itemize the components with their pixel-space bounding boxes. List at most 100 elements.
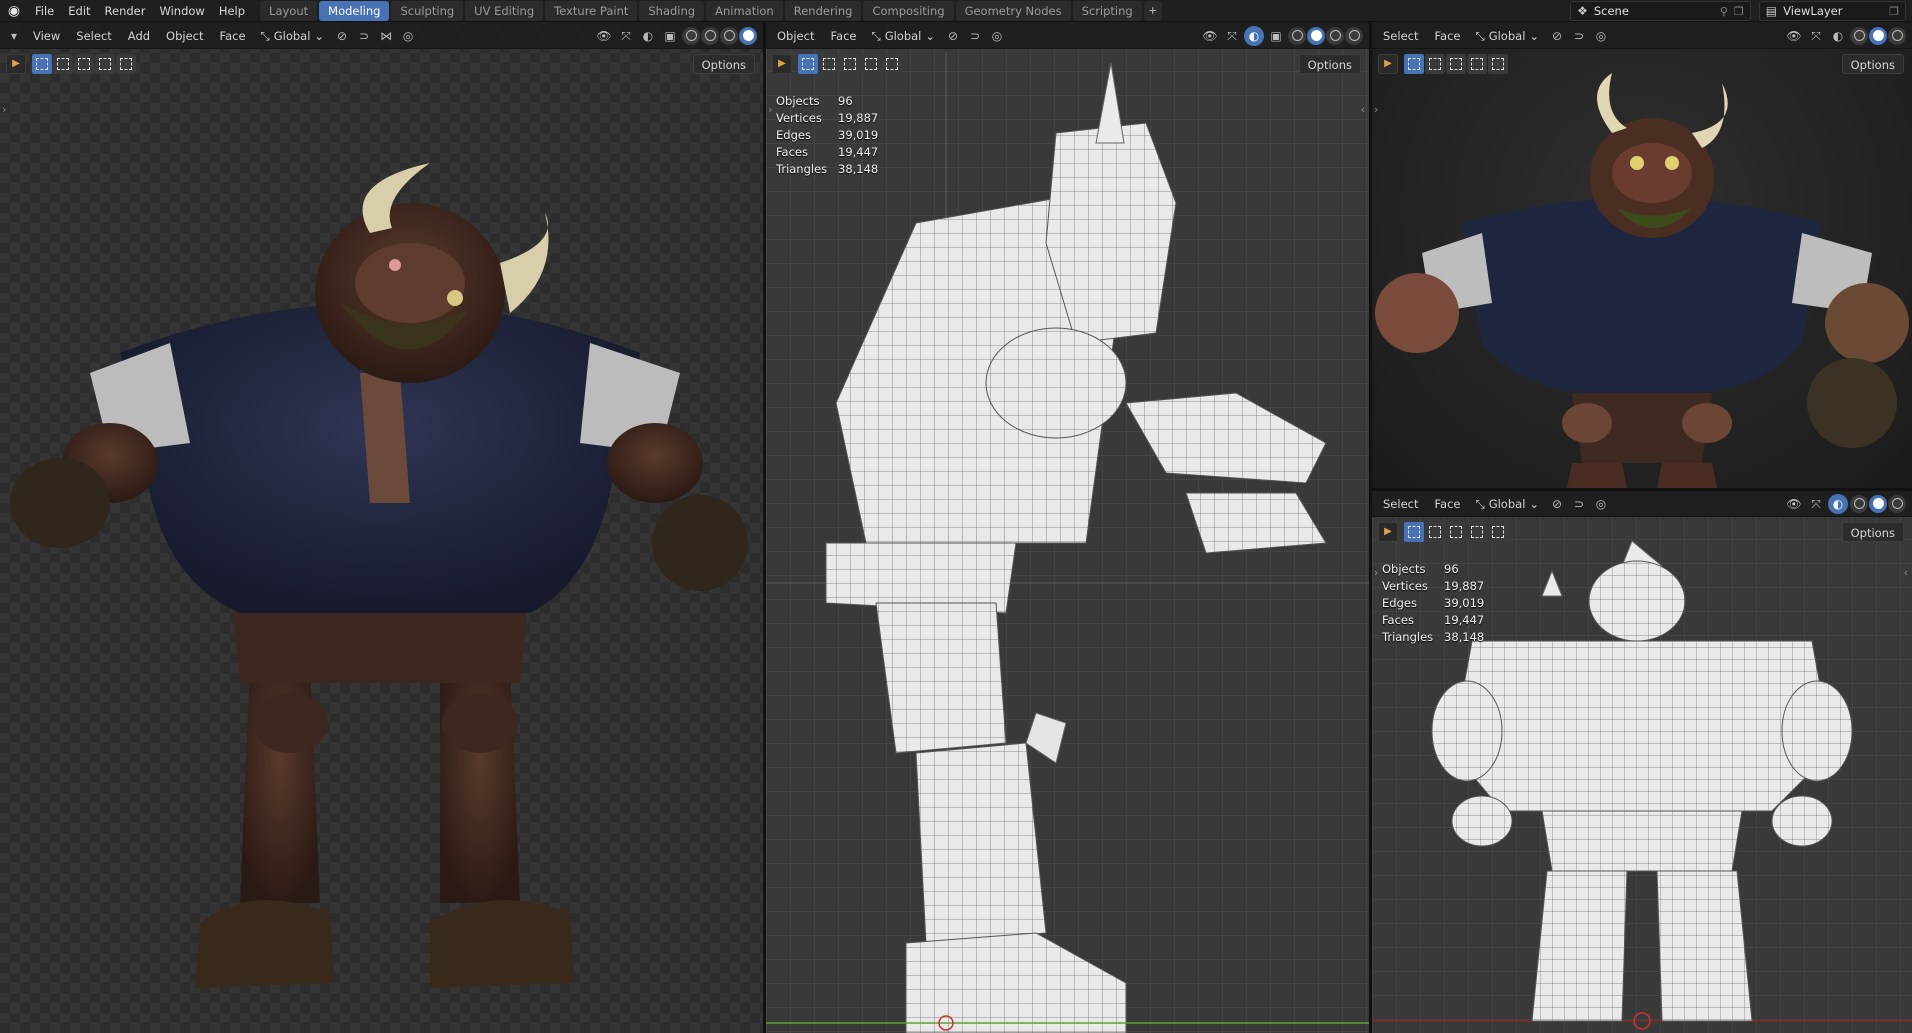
blender-logo-icon[interactable]: ◉ [0,0,28,22]
options-button[interactable]: Options [692,54,755,74]
menu-edit[interactable]: Edit [61,0,97,22]
tab-rendering[interactable]: Rendering [784,0,862,21]
menu-file[interactable]: File [28,0,61,22]
proportional-icon[interactable]: ◎ [398,26,418,46]
menu-render[interactable]: Render [98,0,153,22]
toolbar-expand-icon[interactable]: › [2,103,6,116]
select-mode-new-icon[interactable] [1404,54,1424,74]
overlay-icon[interactable]: ◐ [1244,25,1264,46]
visibility-icon[interactable]: 👁 [1200,26,1220,46]
tab-texture-paint[interactable]: Texture Paint [545,0,638,21]
orientation-dropdown[interactable]: ⤡ Global ⌄ [865,26,941,46]
options-button[interactable]: Options [1841,522,1904,542]
wireframe-shading-icon[interactable] [682,26,700,45]
view-layer-selector[interactable]: ▤ ViewLayer ❐ [1758,1,1906,21]
orientation-dropdown[interactable]: ⤡ Global ⌄ [1470,26,1546,46]
visibility-icon[interactable]: 👁 [1784,26,1804,46]
snap-icon[interactable]: ⊃ [965,26,985,46]
gizmo-icon[interactable]: ⤧ [1222,26,1242,46]
menu-face[interactable]: Face [1427,26,1467,46]
scene-selector[interactable]: ❖ Scene ⚲ ❐ [1570,1,1751,21]
menu-object[interactable]: Object [770,26,821,46]
visibility-icon[interactable]: 👁 [1784,494,1804,514]
select-mode-intersect-icon[interactable] [116,54,136,74]
material-shading-icon[interactable] [1888,26,1906,45]
pin-icon[interactable]: ⚲ [1720,5,1728,18]
menu-select[interactable]: Select [1376,494,1425,514]
pivot-icon[interactable]: ⊘ [1547,26,1567,46]
view-layer-name[interactable]: ViewLayer [1783,4,1883,18]
tab-uv-editing[interactable]: UV Editing [465,0,544,21]
wireframe-shading-icon[interactable] [1288,26,1306,45]
viewport-middle[interactable]: Object Face ⤡ Global ⌄ ⊘ ⊃ ◎ 👁 ⤧ ◐ ▣ ▶ Opt… [766,23,1369,1033]
snap-icon[interactable]: ⊃ [1569,494,1589,514]
snap-icon[interactable]: ⊃ [1569,26,1589,46]
viewport-right-bottom[interactable]: Select Face ⤡ Global ⌄ ⊘ ⊃ ◎ 👁 ⤧ ◐ ▶ Optio… [1372,491,1912,1033]
options-button[interactable]: Options [1841,54,1904,74]
sidebar-expand-icon[interactable]: ‹ [1361,103,1365,116]
proportional-icon[interactable]: ◎ [1591,26,1611,46]
menu-help[interactable]: Help [212,0,252,22]
tab-compositing[interactable]: Compositing [863,0,954,21]
editor-type-icon[interactable]: ▾ [4,26,24,46]
tab-animation[interactable]: Animation [706,0,783,21]
select-mode-new-icon[interactable] [1404,522,1424,542]
sidebar-expand-icon[interactable]: ‹ [1904,566,1908,579]
orientation-dropdown[interactable]: ⤡ Global ⌄ [1470,494,1546,514]
select-mode-intersect-icon[interactable] [882,54,902,74]
overlay-icon[interactable]: ◐ [1828,493,1848,514]
select-mode-extend-icon[interactable] [1425,522,1445,542]
copy-layer-icon[interactable]: ❐ [1889,5,1899,18]
gizmo-icon[interactable]: ⤧ [1806,494,1826,514]
visibility-icon[interactable]: 👁 [594,26,614,46]
select-mode-subtract-icon[interactable] [1446,522,1466,542]
solid-shading-icon[interactable] [701,26,719,45]
snap-target-icon[interactable]: ⋈ [376,26,396,46]
select-tool-icon[interactable]: ▶ [772,54,792,74]
snap-icon[interactable]: ⊃ [354,26,374,46]
proportional-icon[interactable]: ◎ [1591,494,1611,514]
overlay-icon[interactable]: ◐ [638,26,658,46]
select-mode-new-icon[interactable] [32,54,52,74]
tab-sculpting[interactable]: Sculpting [391,0,464,21]
select-mode-new-icon[interactable] [798,54,818,74]
material-shading-icon[interactable] [720,26,738,45]
tab-layout[interactable]: Layout [260,0,318,21]
select-tool-icon[interactable]: ▶ [1378,54,1398,74]
toolbar-expand-icon[interactable]: › [768,103,772,116]
rendered-shading-icon[interactable] [739,26,757,45]
select-mode-intersect-icon[interactable] [1488,54,1508,74]
pivot-icon[interactable]: ⊘ [943,26,963,46]
material-shading-icon[interactable] [1888,494,1906,513]
tab-geometry-nodes[interactable]: Geometry Nodes [955,0,1071,21]
select-mode-invert-icon[interactable] [1467,54,1487,74]
toolbar-expand-icon[interactable]: › [1374,103,1378,116]
viewport-left[interactable]: ▾ View Select Add Object Face ⤡ Global ⌄ ⊘… [0,23,763,1033]
solid-shading-icon[interactable] [1869,494,1887,513]
add-workspace-button[interactable]: + [1143,0,1162,21]
menu-select[interactable]: Select [69,26,118,46]
rendered-shading-icon[interactable] [1345,26,1363,45]
solid-shading-icon[interactable] [1307,26,1325,45]
tab-shading[interactable]: Shading [639,0,705,21]
select-mode-subtract-icon[interactable] [1446,54,1466,74]
xray-icon[interactable]: ▣ [1266,26,1286,46]
menu-object[interactable]: Object [159,26,210,46]
pivot-icon[interactable]: ⊘ [332,26,352,46]
select-mode-subtract-icon[interactable] [840,54,860,74]
menu-face[interactable]: Face [213,26,253,46]
gizmo-icon[interactable]: ⤧ [616,26,636,46]
options-button[interactable]: Options [1298,54,1361,74]
select-mode-invert-icon[interactable] [861,54,881,74]
select-mode-invert-icon[interactable] [95,54,115,74]
viewport-right-top[interactable]: Select Face ⤡ Global ⌄ ⊘ ⊃ ◎ 👁 ⤧ ◐ ▶ Optio… [1372,23,1912,488]
menu-select[interactable]: Select [1376,26,1425,46]
copy-icon[interactable]: ❐ [1734,5,1744,18]
wireframe-shading-icon[interactable] [1850,494,1868,513]
select-mode-extend-icon[interactable] [53,54,73,74]
menu-face[interactable]: Face [1427,494,1467,514]
material-shading-icon[interactable] [1326,26,1344,45]
menu-face[interactable]: Face [823,26,863,46]
tab-scripting[interactable]: Scripting [1072,0,1142,21]
overlay-icon[interactable]: ◐ [1828,26,1848,46]
